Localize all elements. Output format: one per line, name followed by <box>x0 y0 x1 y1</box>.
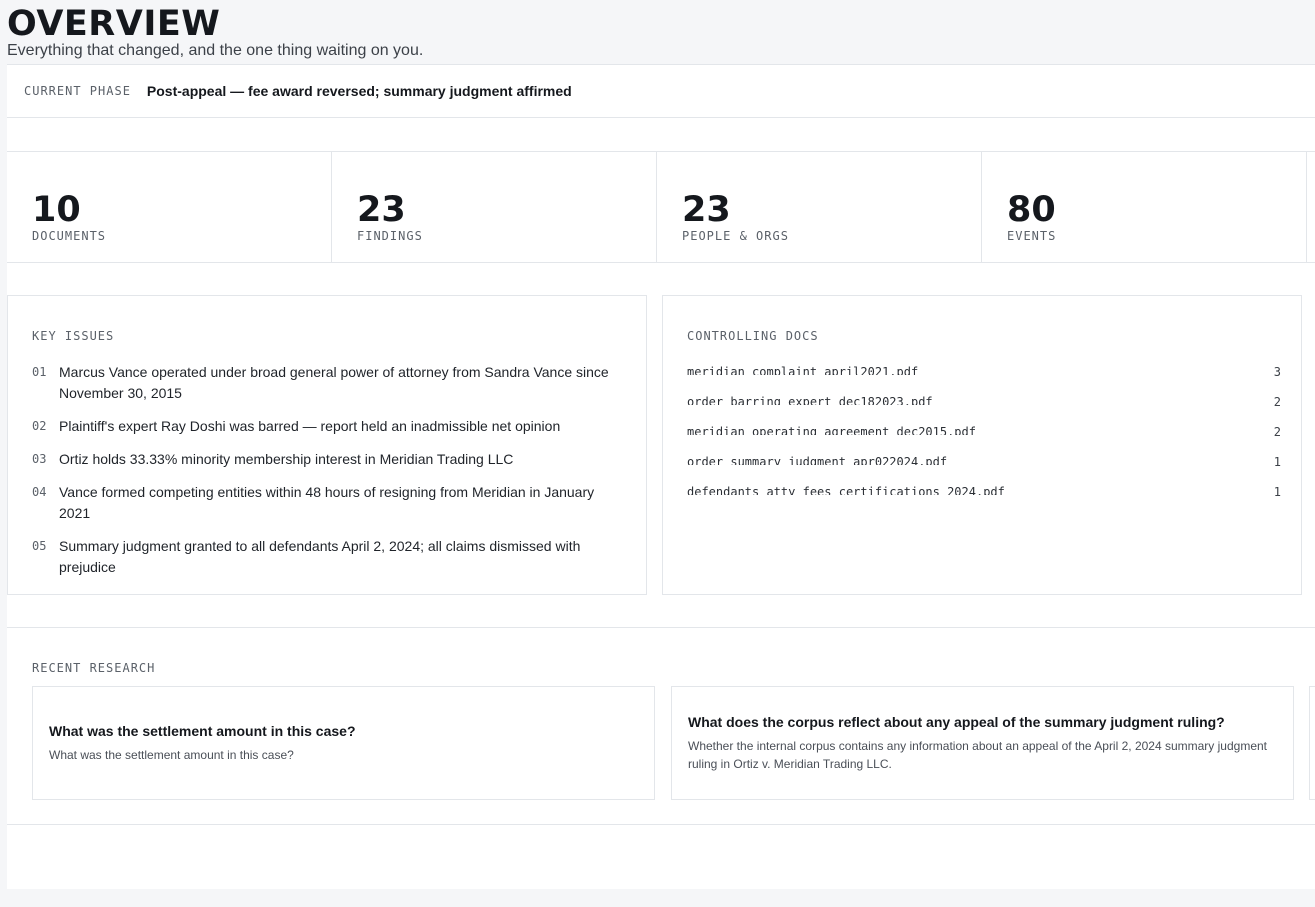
issue-number: 05 <box>32 539 47 553</box>
recent-research-section: RECENT RESEARCH What was the settlement … <box>7 627 1315 825</box>
controlling-docs-panel: CONTROLLING DOCS meridian_complaint_apri… <box>662 295 1302 595</box>
doc-link[interactable]: order_barring_expert_dec182023.pdf <box>687 394 933 405</box>
stat-number: 23 <box>357 190 406 230</box>
research-card[interactable]: What does the corpus reflect about any a… <box>671 686 1294 800</box>
stat-people-orgs[interactable]: 23 PEOPLE & ORGS <box>657 152 982 262</box>
issue-number: 04 <box>32 485 47 499</box>
list-item: 02 Plaintiff's expert Ray Doshi was barr… <box>32 416 622 437</box>
doc-row[interactable]: defendants_atty_fees_certifications_2024… <box>687 482 1281 512</box>
overview-content: CURRENT PHASE Post-appeal — fee award re… <box>7 64 1315 889</box>
stat-label: DOCUMENTS <box>32 229 107 243</box>
doc-count: 1 <box>1273 455 1281 469</box>
controlling-docs-list: meridian_complaint_april2021.pdf 3 order… <box>687 362 1281 512</box>
doc-row[interactable]: meridian_operating_agreement_dec2015.pdf… <box>687 422 1281 452</box>
doc-count: 1 <box>1273 485 1281 499</box>
stat-label: PEOPLE & ORGS <box>682 229 789 243</box>
doc-link[interactable]: meridian_complaint_april2021.pdf <box>687 364 918 375</box>
stats-row: 10 DOCUMENTS 23 FINDINGS 23 PEOPLE & ORG… <box>7 151 1315 263</box>
doc-link[interactable]: defendants_atty_fees_certifications_2024… <box>687 484 1005 495</box>
issue-text: Summary judgment granted to all defendan… <box>59 538 581 575</box>
research-card[interactable]: What was the settlement amount in this c… <box>32 686 655 800</box>
research-card-description: Whether the internal corpus contains any… <box>688 739 1268 771</box>
issue-number: 02 <box>32 419 47 433</box>
research-card-title: What does the corpus reflect about any a… <box>688 714 1225 730</box>
stat-documents[interactable]: 10 DOCUMENTS <box>7 152 332 262</box>
list-item: 03 Ortiz holds 33.33% minority membershi… <box>32 449 622 470</box>
issue-text: Ortiz holds 33.33% minority membership i… <box>59 451 514 467</box>
current-phase-bar: CURRENT PHASE Post-appeal — fee award re… <box>7 64 1315 118</box>
research-card-title: What was the settlement amount in this c… <box>49 723 356 739</box>
research-card-description: What was the settlement amount in this c… <box>49 748 294 762</box>
stat-findings[interactable]: 23 FINDINGS <box>332 152 657 262</box>
doc-row[interactable]: order_summary_judgment_apr022024.pdf 1 <box>687 452 1281 482</box>
doc-link[interactable]: meridian_operating_agreement_dec2015.pdf <box>687 424 976 435</box>
list-item: 01 Marcus Vance operated under broad gen… <box>32 362 622 404</box>
stat-number: 80 <box>1007 190 1056 230</box>
doc-row[interactable]: order_barring_expert_dec182023.pdf 2 <box>687 392 1281 422</box>
stat-number: 23 <box>682 190 731 230</box>
key-issues-list: 01 Marcus Vance operated under broad gen… <box>32 362 622 590</box>
doc-count: 3 <box>1273 365 1281 379</box>
current-phase-label: CURRENT PHASE <box>24 84 131 98</box>
doc-count: 2 <box>1273 395 1281 409</box>
stat-label: FINDINGS <box>357 229 423 243</box>
page-subtitle: Everything that changed, and the one thi… <box>7 42 424 59</box>
issue-text: Plaintiff's expert Ray Doshi was barred … <box>59 418 561 434</box>
stat-events[interactable]: 80 EVENTS <box>982 152 1307 262</box>
page-title: OVERVIEW <box>7 4 221 44</box>
current-phase-value: Post-appeal — fee award reversed; summar… <box>146 83 572 99</box>
issue-text: Marcus Vance operated under broad genera… <box>59 364 609 401</box>
issue-number: 01 <box>32 365 47 379</box>
doc-count: 2 <box>1273 425 1281 439</box>
issue-number: 03 <box>32 452 47 466</box>
doc-link[interactable]: order_summary_judgment_apr022024.pdf <box>687 454 947 465</box>
research-card-partial[interactable] <box>1309 686 1315 800</box>
recent-research-heading: RECENT RESEARCH <box>32 661 156 675</box>
issue-text: Vance formed competing entities within 4… <box>59 484 595 521</box>
list-item: 05 Summary judgment granted to all defen… <box>32 536 622 578</box>
list-item: 04 Vance formed competing entities withi… <box>32 482 622 524</box>
doc-row[interactable]: meridian_complaint_april2021.pdf 3 <box>687 362 1281 392</box>
stat-label: EVENTS <box>1007 229 1057 243</box>
stat-number: 10 <box>32 190 81 230</box>
key-issues-heading: KEY ISSUES <box>32 329 115 343</box>
controlling-docs-heading: CONTROLLING DOCS <box>687 329 819 343</box>
key-issues-panel: KEY ISSUES 01 Marcus Vance operated unde… <box>7 295 647 595</box>
